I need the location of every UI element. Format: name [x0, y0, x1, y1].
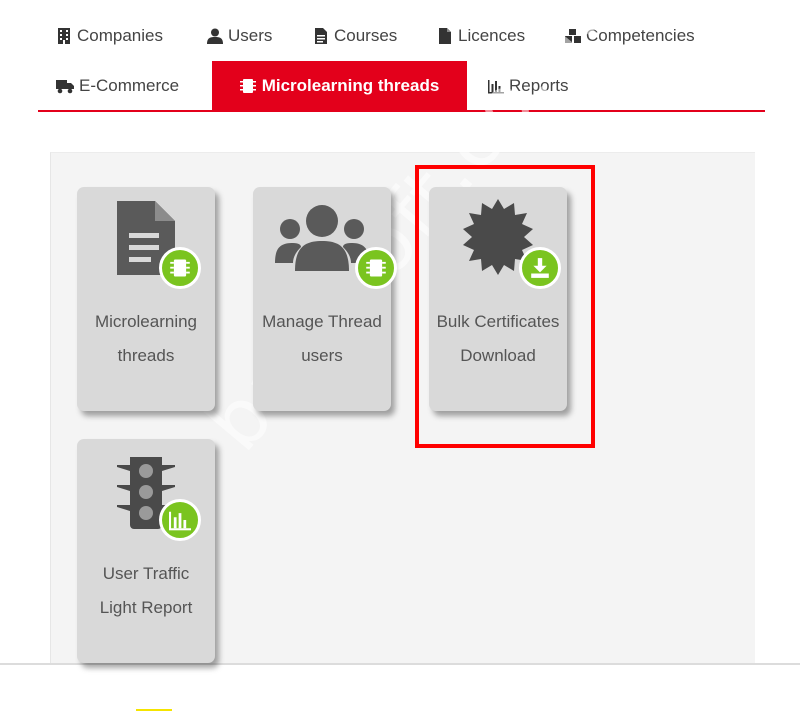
nav-microlearning-threads[interactable]: Microlearning threads — [212, 61, 467, 111]
users-icon — [275, 205, 369, 271]
building-icon — [58, 28, 70, 44]
chart-badge-icon — [159, 499, 201, 541]
truck-icon — [56, 80, 74, 94]
user-icon — [207, 28, 223, 44]
chip-badge-icon — [159, 247, 201, 289]
tile-label: User Traffic Light Report — [77, 557, 215, 625]
bar-chart-icon — [488, 80, 504, 94]
nav-label: Users — [228, 26, 273, 45]
tile-label-line1: Manage Thread — [262, 312, 382, 331]
tile-manage-thread-users[interactable]: Manage Thread users — [253, 187, 397, 411]
nav-users[interactable]: Users — [207, 22, 272, 50]
nav-courses[interactable]: Courses — [313, 22, 397, 50]
tile-label-line2: threads — [117, 346, 175, 365]
panel-divider — [0, 663, 800, 665]
nav-competencies[interactable]: Competencies — [565, 22, 695, 50]
nav-ecommerce[interactable]: E-Commerce — [56, 72, 179, 100]
nav-reports[interactable]: Reports — [488, 72, 569, 100]
file-icon — [315, 28, 327, 44]
nav-label: Courses — [334, 26, 398, 45]
tile-user-traffic-light-report[interactable]: User Traffic Light Report — [77, 439, 215, 663]
nav-label: Microlearning threads — [261, 76, 440, 95]
selection-highlight — [415, 165, 595, 448]
tile-label-line2: users — [301, 346, 343, 365]
document-icon — [439, 28, 451, 44]
nav-label: Reports — [509, 76, 569, 95]
nav-licences[interactable]: Licences — [437, 22, 525, 50]
nav-label: Companies — [77, 26, 163, 45]
tile-label-line1: Microlearning — [94, 312, 198, 331]
nav-underline — [38, 110, 765, 112]
nav-companies[interactable]: Companies — [56, 22, 163, 50]
chip-badge-icon — [355, 247, 397, 289]
nav-label: E-Commerce — [79, 76, 180, 95]
nav-label: Licences — [458, 26, 526, 45]
cubes-icon — [565, 29, 581, 43]
chip-icon — [239, 79, 256, 93]
tile-label-line2: Light Report — [99, 598, 193, 617]
nav-label: Competencies — [586, 26, 695, 45]
tile-microlearning-threads[interactable]: Microlearning threads — [77, 187, 215, 411]
tile-label-line1: User Traffic — [102, 564, 190, 583]
tile-label: Manage Thread users — [253, 305, 391, 373]
tile-label: Microlearning threads — [77, 305, 215, 373]
